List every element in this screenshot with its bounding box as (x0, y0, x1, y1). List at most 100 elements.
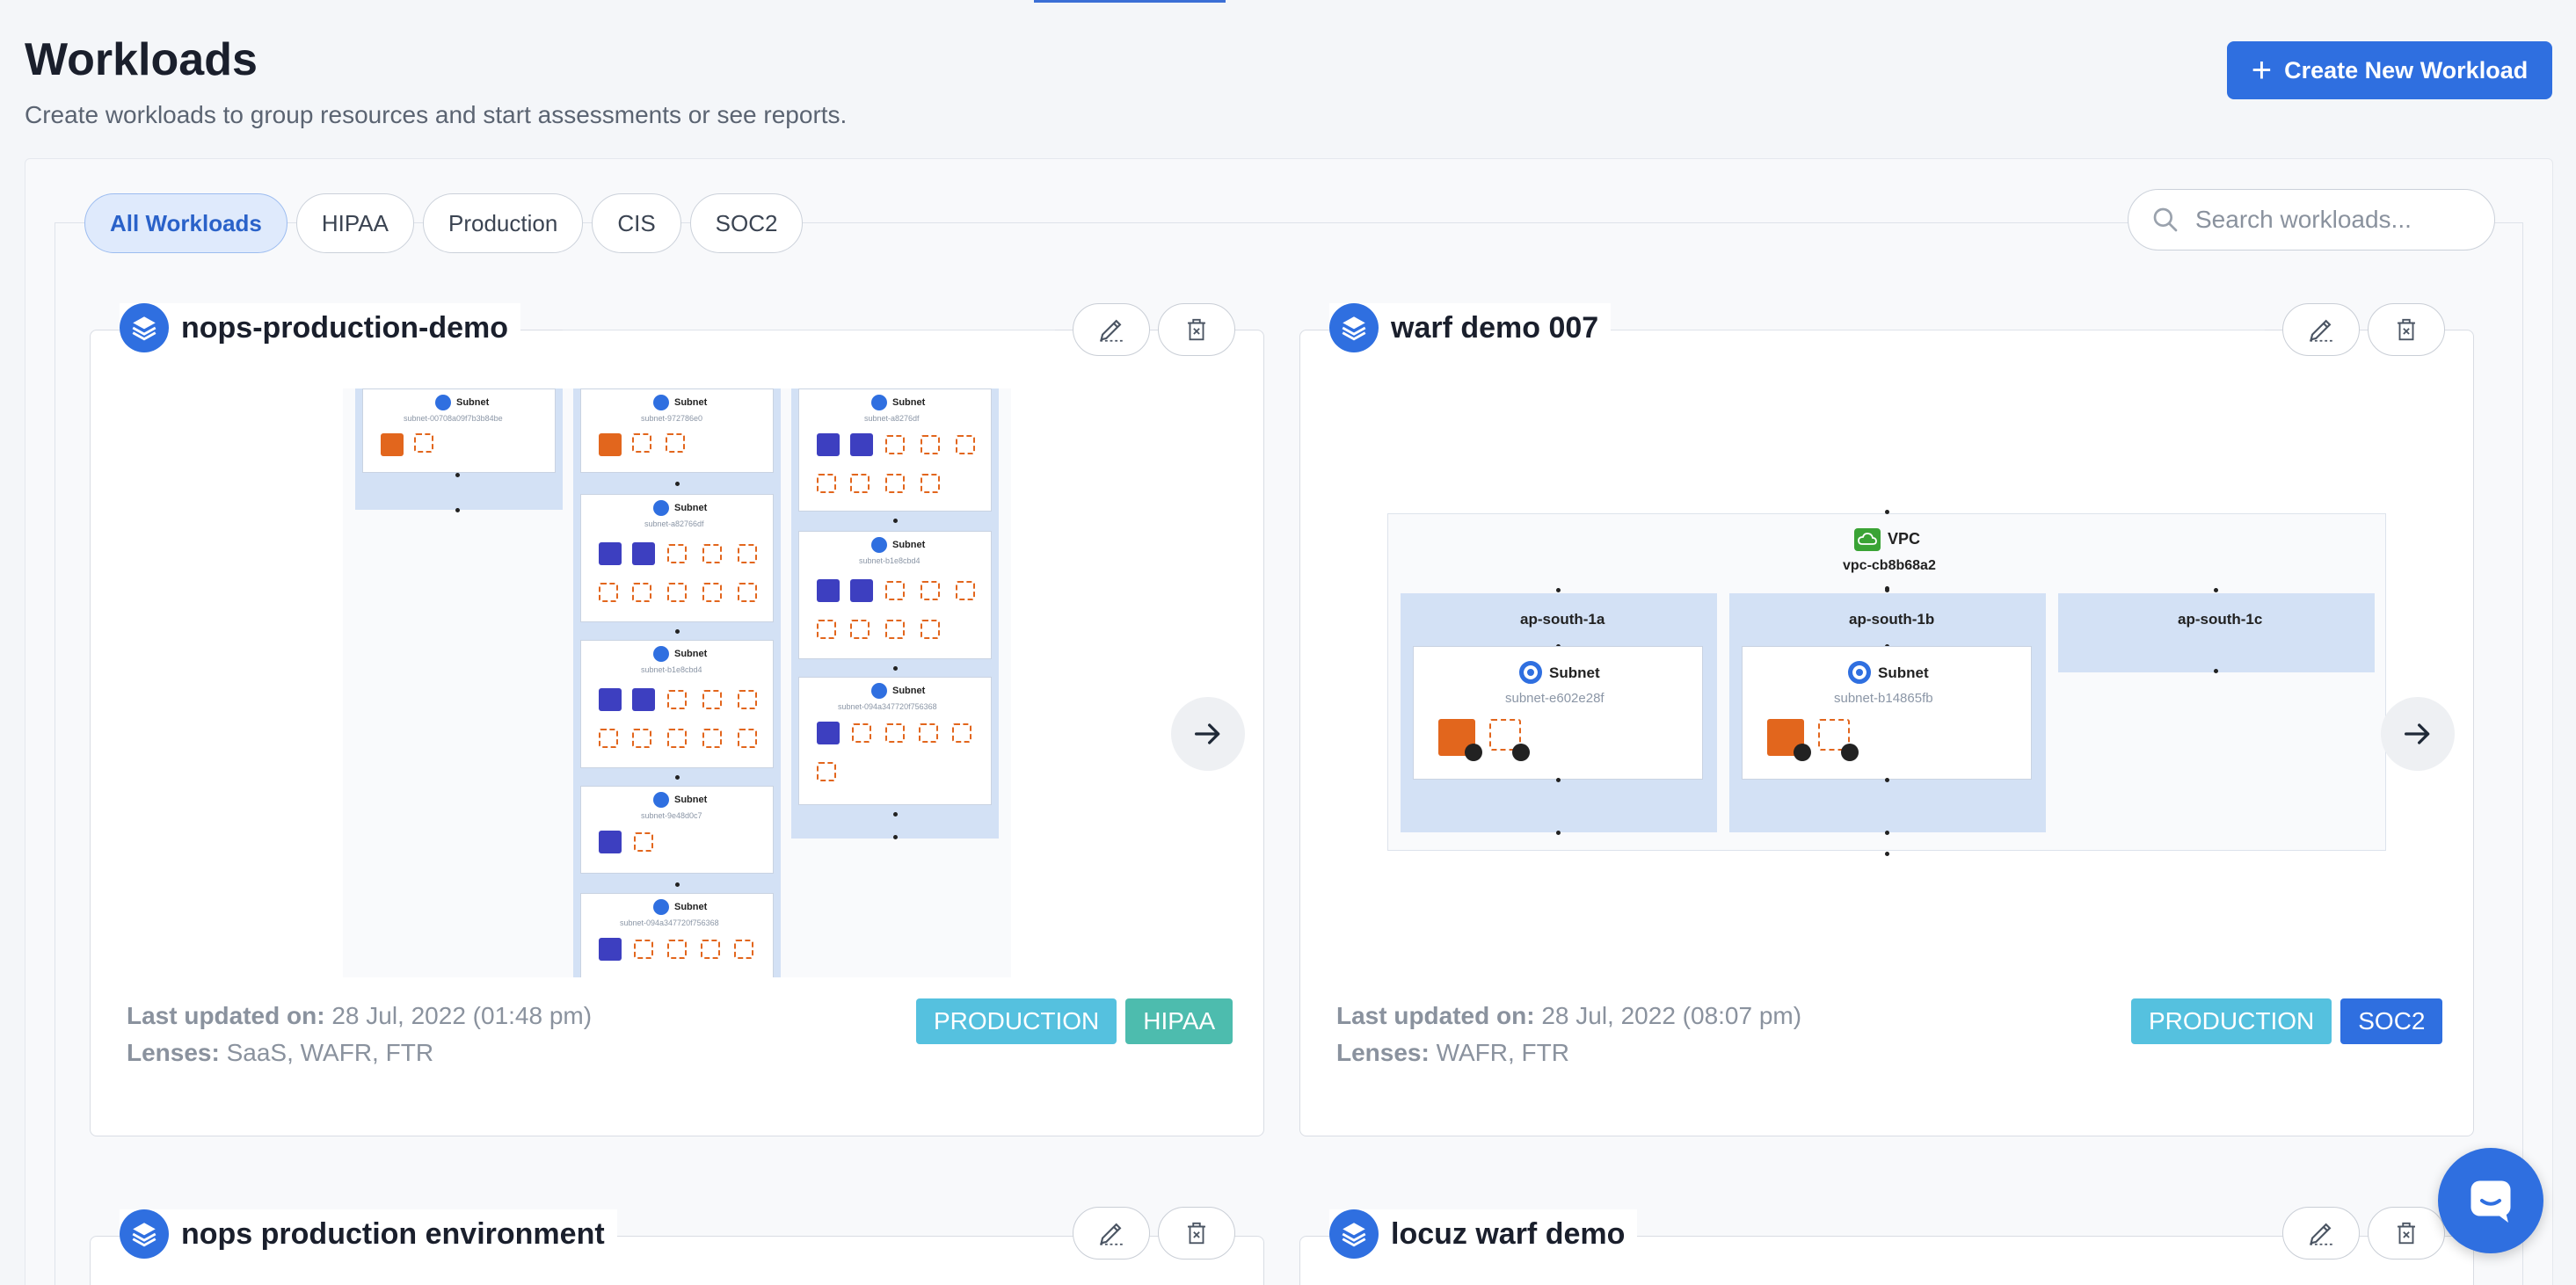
workload-card-header: nops-production-demo (120, 303, 521, 352)
subnet-icon (653, 395, 669, 410)
subnet-icon (653, 792, 669, 808)
database-icon (850, 433, 873, 456)
subnet-id: subnet-b1e8cbd4 (641, 665, 702, 674)
instance-icon (381, 433, 404, 456)
edit-button[interactable] (2282, 303, 2360, 356)
architecture-diagram[interactable]: Subnet subnet-00708a09f7b3b84be Subnet s… (343, 388, 1011, 977)
lenses-value: SaaS, WAFR, FTR (226, 1039, 434, 1066)
edit-button[interactable] (1073, 1207, 1150, 1260)
ec2-icon (921, 435, 940, 454)
subnet-icon (435, 395, 451, 410)
connector-dot (2214, 588, 2218, 592)
ec2-icon (921, 581, 940, 600)
delete-button[interactable] (2368, 1207, 2445, 1260)
subnet-id: subnet-b1e8cbd4 (859, 556, 921, 565)
subnet-id: subnet-a82766df (644, 519, 704, 528)
delete-button[interactable] (2368, 303, 2445, 356)
subnet-id: subnet-972786e0 (641, 414, 703, 423)
tab-cis[interactable]: CIS (592, 193, 681, 253)
subnet-title: Subnet (674, 503, 708, 513)
workload-name: nops production environment (181, 1216, 605, 1251)
ec2-icon (666, 433, 685, 453)
delete-button[interactable] (1158, 1207, 1235, 1260)
ec2-icon (885, 581, 905, 600)
ec2-icon (667, 583, 687, 602)
database-icon (632, 688, 655, 711)
database-icon (599, 938, 622, 961)
tab-production[interactable]: Production (423, 193, 584, 253)
chat-launcher-button[interactable] (2438, 1148, 2543, 1253)
subnet-box: Subnet subnet-b14865fb (1742, 646, 2032, 780)
az-column (2058, 593, 2375, 672)
trash-icon (2398, 1222, 2415, 1245)
connector-dot (893, 519, 898, 523)
subnet-id: subnet-e602e28f (1505, 691, 1605, 706)
connector-dot (893, 835, 898, 839)
workload-stack-icon (120, 1209, 169, 1259)
delete-button[interactable] (1158, 303, 1235, 356)
subnet-id: subnet-9e48d0c7 (641, 811, 702, 820)
connector-dot (893, 812, 898, 817)
edit-button[interactable] (1073, 303, 1150, 356)
count-badge (1465, 744, 1482, 761)
subnet-box: Subnet subnet-00708a09f7b3b84be (362, 388, 556, 473)
tab-all-workloads[interactable]: All Workloads (84, 193, 287, 253)
count-badge (1794, 744, 1811, 761)
subnet-title: Subnet (674, 397, 708, 408)
connector-dot (675, 629, 680, 634)
ec2-icon (919, 723, 938, 743)
tab-soc2[interactable]: SOC2 (689, 193, 804, 253)
ec2-icon (850, 474, 870, 493)
ec2-icon (817, 620, 836, 639)
connector-dot (455, 473, 460, 477)
page-title: Workloads (25, 34, 258, 85)
subnet-icon (871, 537, 887, 553)
ec2-icon (850, 620, 870, 639)
az-label: ap-south-1c (2178, 611, 2263, 628)
az-label: ap-south-1b (1849, 611, 1935, 628)
last-updated-value: 28 Jul, 2022 (08:07 pm) (1541, 1002, 1802, 1029)
ec2-icon (885, 723, 905, 743)
workload-stack-icon (1329, 303, 1379, 352)
subnet-id: subnet-00708a09f7b3b84be (404, 414, 503, 423)
ec2-icon (632, 433, 651, 453)
search-box (2128, 189, 2495, 250)
arrow-right-icon (1195, 723, 1220, 744)
tag-badge: PRODUCTION (2131, 998, 2332, 1044)
subnet-title: Subnet (892, 540, 926, 550)
ec2-icon (738, 729, 757, 748)
workload-stack-icon (1329, 1209, 1379, 1259)
subnet-id: subnet-094a347720f756368 (838, 702, 937, 711)
architecture-diagram[interactable]: VPC vpc-cb8b68a2 ap-south-1a Subnet subn… (1387, 510, 2386, 856)
page-subtitle: Create workloads to group resources and … (25, 101, 848, 128)
subnet-box: Subnet subnet-094a347720f756368 (580, 893, 774, 977)
database-icon (599, 831, 622, 853)
connector-dot (675, 882, 680, 887)
ec2-icon (632, 729, 651, 748)
last-updated-label: Last updated on: (1336, 1002, 1535, 1029)
trash-icon (1188, 1222, 1205, 1245)
subnet-icon (1848, 661, 1871, 684)
next-diagram-button[interactable] (2381, 697, 2455, 771)
ec2-icon (921, 474, 940, 493)
subnet-box: Subnet subnet-094a347720f756368 (798, 677, 992, 805)
database-icon (817, 579, 840, 602)
ec2-icon (817, 762, 836, 781)
filter-tabs: All Workloads HIPAA Production CIS SOC2 (84, 193, 804, 253)
edit-button[interactable] (2282, 1207, 2360, 1260)
subnet-box: Subnet subnet-e602e28f (1413, 646, 1703, 780)
subnet-title: Subnet (1549, 664, 1600, 681)
database-icon (817, 722, 840, 744)
search-input[interactable] (2195, 206, 2477, 234)
ec2-icon (956, 581, 975, 600)
create-new-workload-button[interactable]: + Create New Workload (2227, 41, 2552, 99)
edit-icon (1100, 319, 1123, 342)
tab-hipaa[interactable]: HIPAA (295, 193, 414, 253)
ec2-icon (702, 729, 722, 748)
workload-stack-icon (120, 303, 169, 352)
next-diagram-button[interactable] (1171, 697, 1245, 771)
database-icon (817, 433, 840, 456)
workload-card-header: warf demo 007 (1329, 303, 1612, 352)
ec2-icon (885, 435, 905, 454)
ec2-icon (414, 433, 433, 453)
